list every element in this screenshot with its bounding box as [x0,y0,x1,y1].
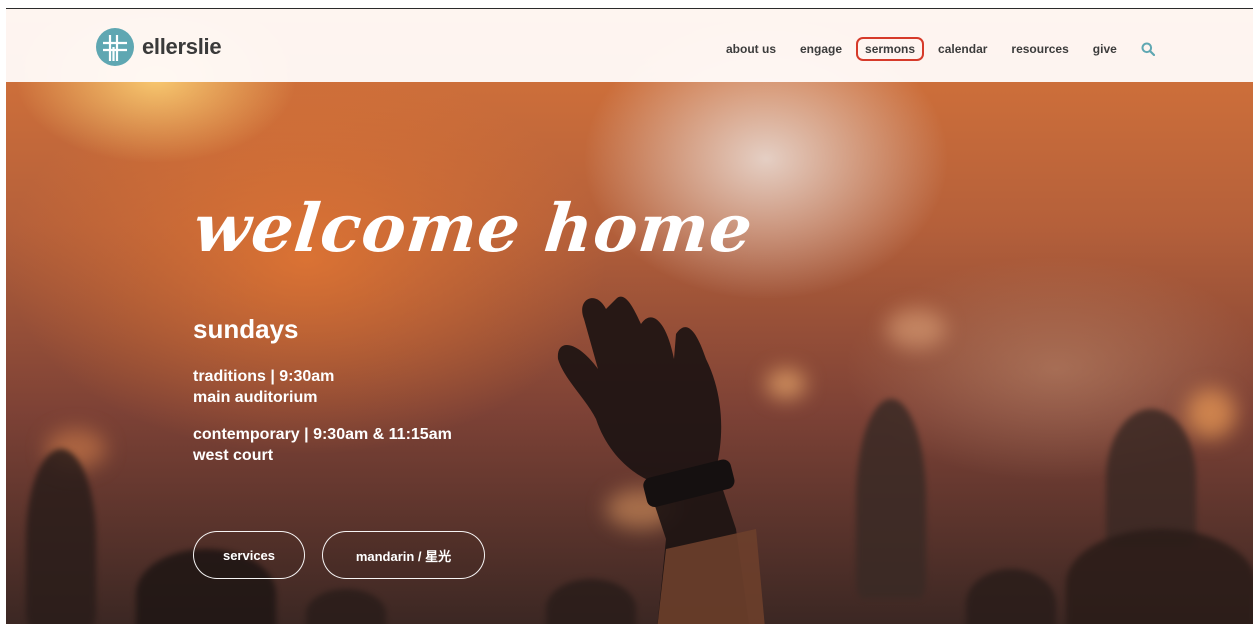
service-traditions: traditions | 9:30am main auditorium [193,366,334,408]
services-button[interactable]: services [193,531,305,579]
nav-item-give[interactable]: give [1093,42,1117,56]
browser-viewport: ellerslie about us engage sermons calend… [6,8,1253,624]
main-nav: about us engage sermons calendar resourc… [726,37,1155,61]
site-logo[interactable]: ellerslie [96,28,222,66]
nav-item-resources[interactable]: resources [1011,42,1068,56]
service-time: contemporary | 9:30am & 11:15am [193,426,452,443]
nav-item-about-us[interactable]: about us [726,42,776,56]
nav-item-sermons[interactable]: sermons [856,37,925,61]
nav-item-calendar[interactable]: calendar [938,42,987,56]
service-location: west court [193,447,274,464]
services-button-label: services [222,547,276,563]
nav-item-engage[interactable]: engage [800,42,842,56]
mandarin-button-label: mandarin / 星光 [355,548,452,564]
schedule-title: sundays [193,314,299,344]
hero-headline: welcome home [189,189,757,267]
service-location: main auditorium [193,389,318,406]
top-navigation-bar: ellerslie about us engage sermons calend… [6,9,1253,82]
brand-name: ellerslie [142,34,222,59]
raised-hand-image [557,296,765,624]
ellerslie-logo-icon [96,28,134,66]
service-contemporary: contemporary | 9:30am & 11:15am west cou… [193,424,452,466]
mandarin-button[interactable]: mandarin / 星光 [322,531,485,579]
search-icon[interactable] [1141,42,1155,56]
service-time: traditions | 9:30am [193,368,335,385]
